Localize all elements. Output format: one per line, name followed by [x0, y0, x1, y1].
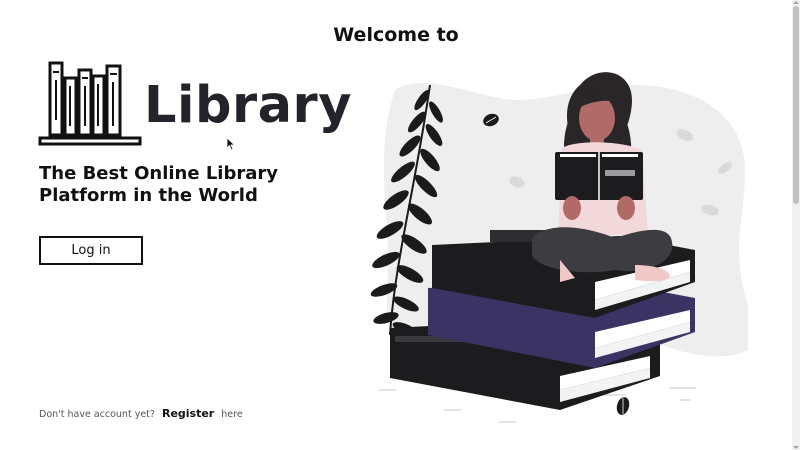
register-prefix: Don't have account yet? [39, 409, 155, 420]
brand-name: Library [144, 76, 352, 135]
reading-woman-illustration [370, 72, 748, 423]
register-suffix: here [221, 409, 243, 420]
mouse-cursor-icon [226, 137, 236, 151]
scroll-up-arrow-icon[interactable] [792, 0, 800, 5]
bookshelf-icon [38, 61, 142, 146]
scroll-down-arrow-icon[interactable] [792, 445, 800, 450]
login-button[interactable]: Log in [39, 236, 143, 265]
welcome-heading: Welcome to [333, 24, 459, 46]
hero-tagline: The Best Online Library Platform in the … [39, 163, 278, 206]
register-link[interactable]: Register [162, 407, 214, 420]
register-prompt: Don't have account yet? Register here [39, 407, 243, 420]
scrollbar-thumb[interactable] [793, 6, 799, 204]
library-logo: Library [38, 60, 351, 148]
vertical-scrollbar[interactable] [792, 0, 800, 450]
